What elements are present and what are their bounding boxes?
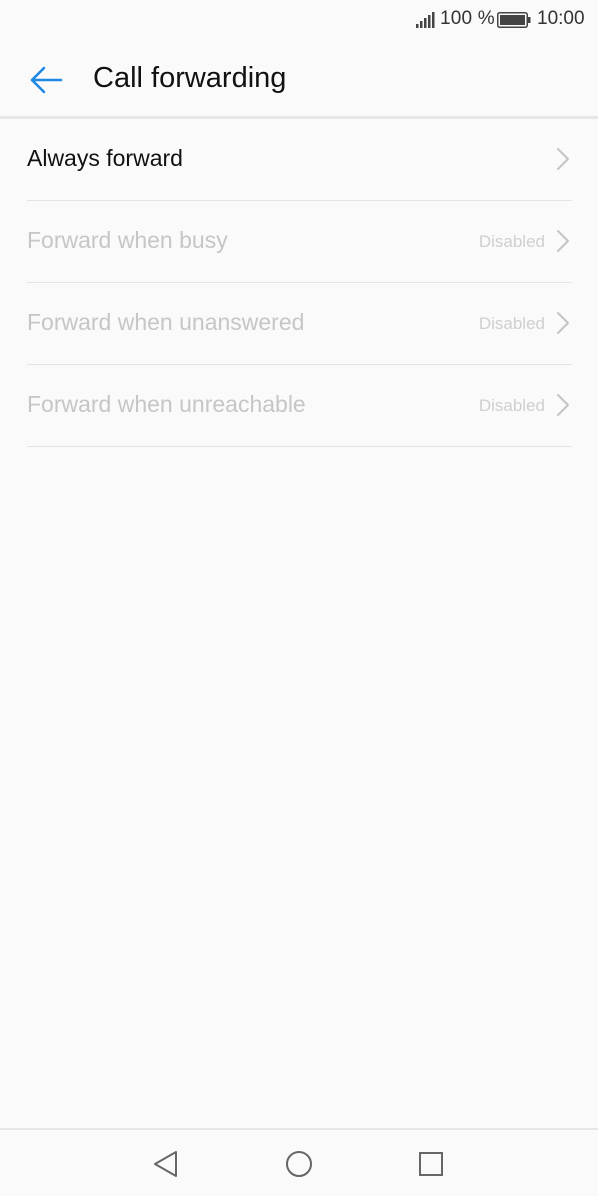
app-bar: Call forwarding [0, 40, 598, 118]
settings-list: Always forward Forward when busy Disable… [27, 119, 572, 447]
recents-square-icon [419, 1152, 443, 1176]
list-item-label: Forward when unanswered [27, 309, 305, 335]
arrow-left-icon [30, 66, 63, 94]
status-text: Disabled [478, 232, 545, 251]
home-circle-icon [286, 1151, 312, 1177]
signal-icon [416, 12, 435, 28]
list-item-forward-when-busy[interactable]: Forward when busy Disabled [27, 201, 572, 283]
battery-icon [497, 12, 531, 28]
navigation-bar [0, 1130, 598, 1196]
list-item-label: Forward when unreachable [27, 391, 306, 417]
clock: 10:00 [537, 8, 585, 29]
nav-recents-button[interactable] [411, 1144, 451, 1184]
chevron-right-icon [557, 394, 569, 416]
nav-home-button[interactable] [279, 1144, 319, 1184]
nav-back-button[interactable] [146, 1144, 186, 1184]
page-title: Call forwarding [93, 62, 287, 94]
list-item-forward-when-unreachable[interactable]: Forward when unreachable Disabled [27, 365, 572, 447]
status-text: Disabled [478, 396, 545, 415]
battery-percent: 100 % [440, 8, 495, 29]
chevron-right-icon [557, 148, 569, 170]
list-item-forward-when-unanswered[interactable]: Forward when unanswered Disabled [27, 283, 572, 365]
status-bar: 100 % 10:00 [0, 0, 598, 40]
chevron-right-icon [557, 230, 569, 252]
chevron-right-icon [557, 312, 569, 334]
list-item-label: Always forward [27, 145, 183, 171]
list-item-always-forward[interactable]: Always forward [27, 119, 572, 201]
back-button[interactable] [22, 58, 70, 102]
back-triangle-icon [154, 1151, 177, 1177]
list-item-label: Forward when busy [27, 227, 228, 253]
status-text: Disabled [478, 314, 545, 333]
